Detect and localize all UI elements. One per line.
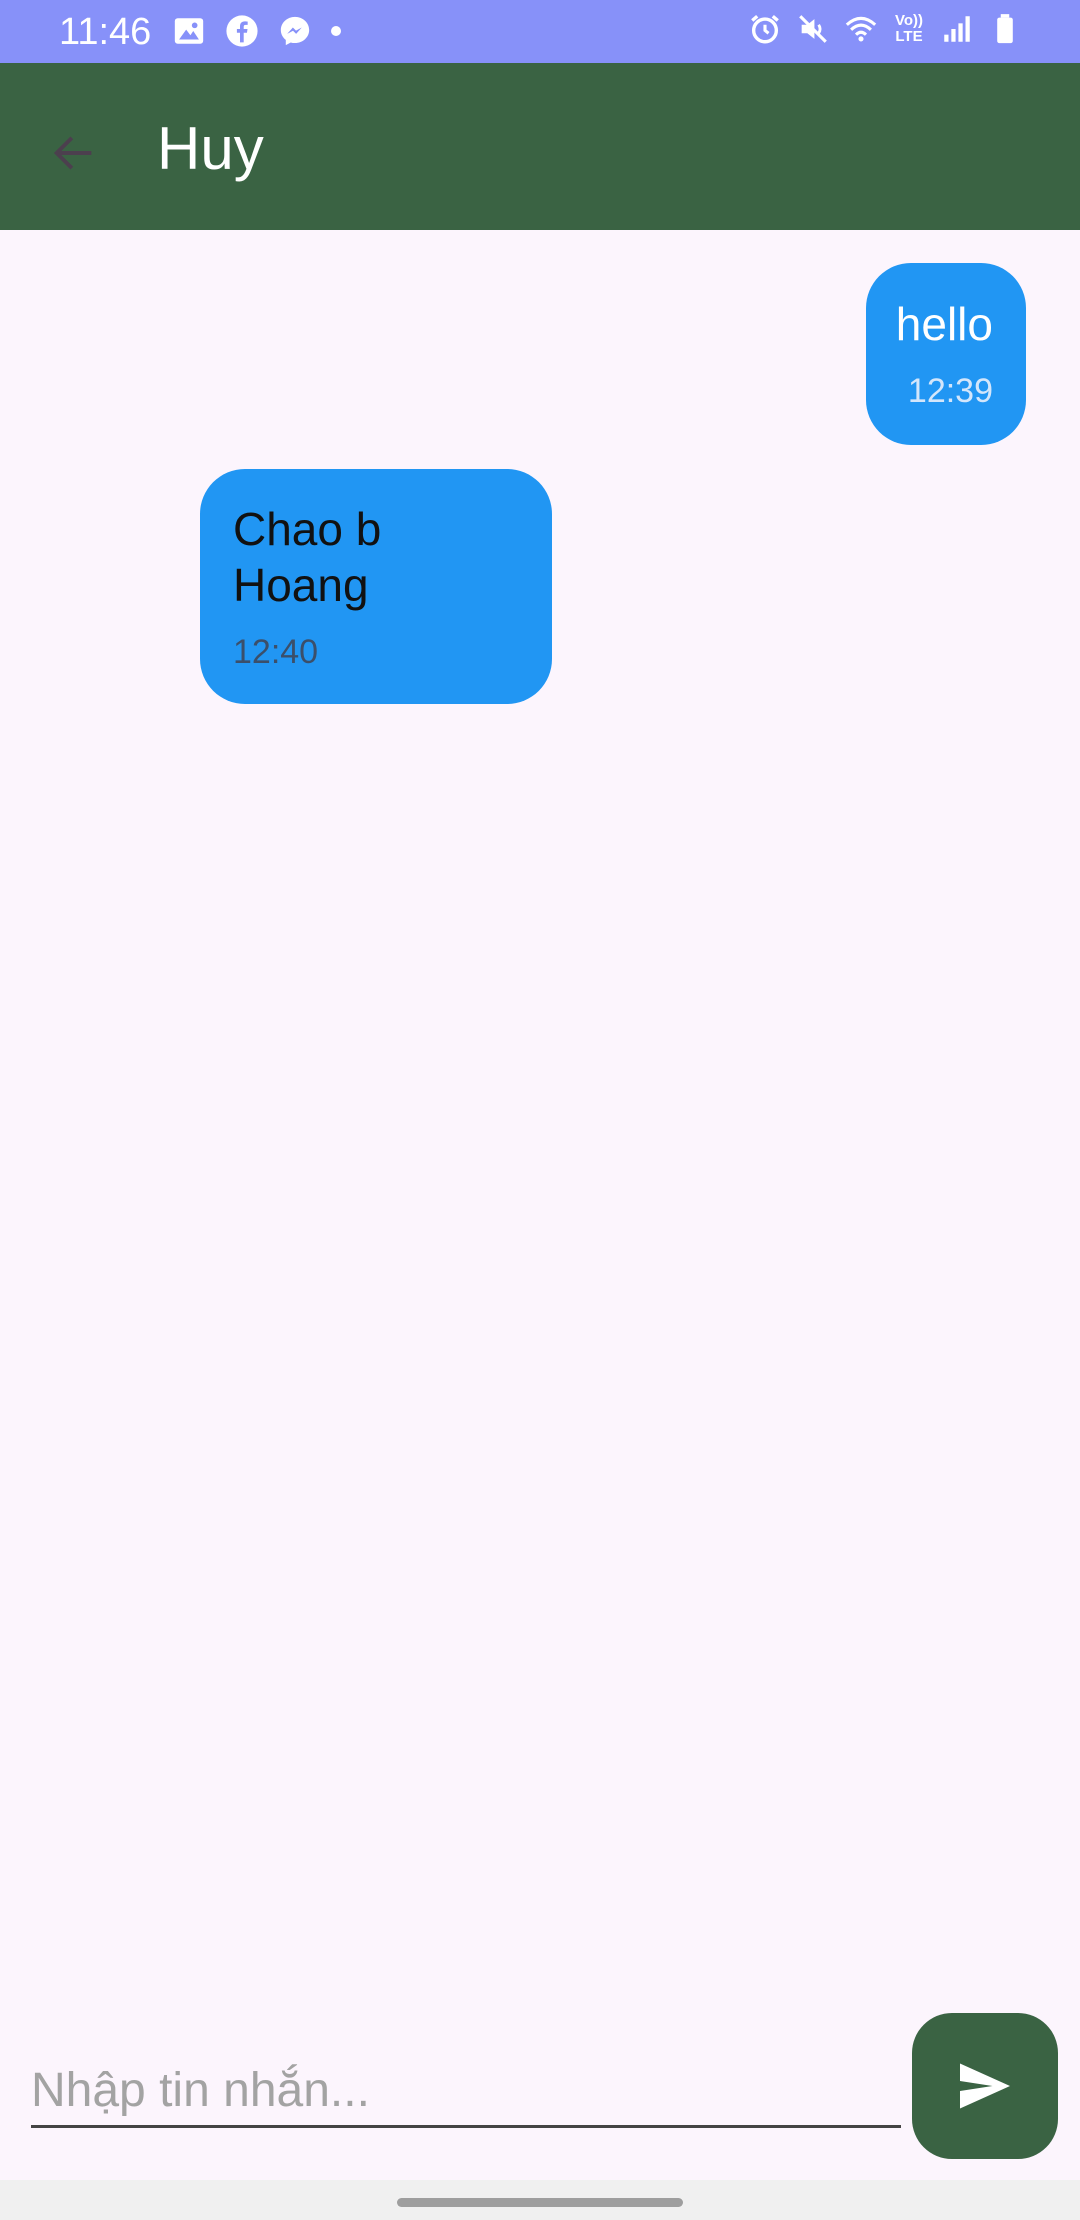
back-button[interactable] [34,113,114,193]
volte-label-bottom: LTE [895,28,923,45]
send-button[interactable] [912,2013,1058,2159]
message-time: 12:39 [907,372,993,410]
message-time: 12:40 [233,632,319,671]
chat-screen: 11:46 Vo)) LTE Huy hello 12:39 Chao b Ho… [0,0,1080,2220]
message-bubble-sent[interactable]: hello 12:39 [866,263,1026,445]
message-bubble-received[interactable]: Chao b Hoang 12:40 [200,469,552,704]
message-input[interactable] [31,2055,901,2128]
notification-dot [331,26,341,36]
alarm-icon [748,12,782,46]
signal-icon [940,12,974,46]
composer [0,2000,1080,2180]
status-time: 11:46 [59,11,152,53]
volte-label-top: Vo)) [894,12,924,29]
status-right-icons: Vo)) LTE [748,12,1022,46]
volte-icon: Vo)) LTE [892,12,926,46]
arrow-left-icon [53,136,92,170]
status-bar: 11:46 Vo)) LTE [0,0,1080,63]
system-nav-bar [0,2180,1080,2220]
message-list[interactable]: hello 12:39 Chao b Hoang 12:40 [0,230,1080,2000]
messenger-icon [278,14,312,48]
message-text: Chao b Hoang [233,502,382,611]
status-left-icons [172,14,341,48]
gallery-icon [172,14,206,48]
chat-title: Huy [157,115,264,182]
send-icon [960,2063,1010,2109]
facebook-icon [225,14,259,48]
battery-icon [988,12,1022,46]
app-bar: Huy [0,63,1080,230]
mute-icon [796,12,830,46]
home-indicator[interactable] [397,2198,683,2207]
message-text: hello [895,298,993,350]
wifi-icon [844,12,878,46]
